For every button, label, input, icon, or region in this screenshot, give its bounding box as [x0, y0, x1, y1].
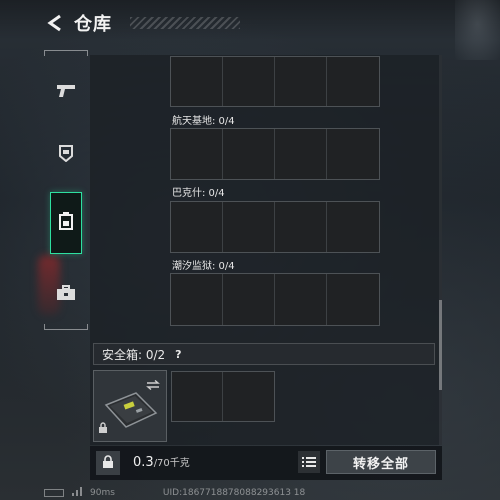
grid-cell[interactable] — [223, 372, 274, 421]
backpack-icon — [58, 211, 74, 235]
signal-icon — [72, 487, 82, 499]
ping-text: 90ms — [90, 488, 115, 498]
grid-cell[interactable] — [275, 202, 327, 252]
container-grid-2[interactable] — [170, 128, 380, 180]
safe-case-icon — [102, 391, 160, 435]
lock-icon — [102, 454, 114, 473]
page-header: 仓库 — [44, 10, 240, 36]
container-label-aerospace: 航天基地: 0/4 — [172, 116, 235, 127]
lock-icon — [98, 419, 108, 438]
grid-cell[interactable] — [223, 202, 275, 252]
grid-cell[interactable] — [327, 274, 379, 325]
grid-cell[interactable] — [327, 57, 379, 106]
helmet-icon — [57, 144, 75, 166]
grid-cell[interactable] — [223, 274, 275, 325]
panel-scrollbar-thumb[interactable] — [439, 300, 442, 390]
list-view-button[interactable] — [298, 451, 320, 473]
sidebar-bracket-bottom — [44, 324, 88, 330]
grid-cell[interactable] — [171, 202, 223, 252]
grid-cell[interactable] — [327, 129, 379, 179]
sidebar-bracket-top — [44, 50, 88, 56]
category-sidebar — [44, 50, 88, 330]
container-grid-3[interactable] — [170, 201, 380, 253]
status-bar: 90ms UID:1867718878088293613 18 — [44, 487, 305, 499]
sidebar-item-armor[interactable] — [50, 124, 82, 186]
list-icon — [302, 453, 316, 472]
toolbox-icon — [56, 285, 76, 305]
grid-cell[interactable] — [275, 57, 327, 106]
safe-box-item[interactable] — [93, 370, 167, 442]
grid-cell[interactable] — [327, 202, 379, 252]
container-label-tidal-prison: 潮汐监狱: 0/4 — [172, 261, 235, 272]
help-icon[interactable]: ? — [175, 348, 181, 361]
grid-cell[interactable] — [223, 57, 275, 106]
grid-cell[interactable] — [275, 274, 327, 325]
page-title: 仓库 — [74, 14, 112, 35]
weight-lock-button[interactable] — [96, 451, 120, 475]
grid-cell[interactable] — [223, 129, 275, 179]
sidebar-item-backpack[interactable] — [50, 192, 82, 254]
background-light — [455, 0, 500, 60]
grid-cell[interactable] — [275, 129, 327, 179]
container-label-bakhsh: 巴克什: 0/4 — [172, 188, 225, 199]
title-decoration — [130, 17, 240, 29]
weight-max: /70千克 — [153, 458, 190, 469]
safe-box-label: 安全箱: 0/2 — [102, 347, 166, 362]
weight-current: 0.3 — [133, 455, 154, 470]
transfer-all-button[interactable]: 转移全部 — [326, 450, 436, 474]
safe-box-header: 安全箱: 0/2 ? — [93, 343, 435, 365]
sidebar-item-weapons[interactable] — [50, 62, 82, 124]
sidebar-item-tools[interactable] — [50, 264, 82, 326]
container-grid-1[interactable] — [170, 56, 380, 107]
safe-box-grid[interactable] — [171, 371, 275, 422]
grid-cell[interactable] — [171, 129, 223, 179]
pistol-icon — [56, 83, 76, 103]
back-arrow-icon[interactable] — [44, 12, 66, 34]
battery-icon — [44, 489, 64, 497]
grid-cell[interactable] — [172, 372, 223, 421]
grid-cell[interactable] — [171, 274, 223, 325]
container-grid-4[interactable] — [170, 273, 380, 326]
weight-display: 0.3/70千克 — [133, 454, 190, 470]
grid-cell[interactable] — [171, 57, 223, 106]
uid-text: UID:1867718878088293613 18 — [162, 488, 306, 498]
